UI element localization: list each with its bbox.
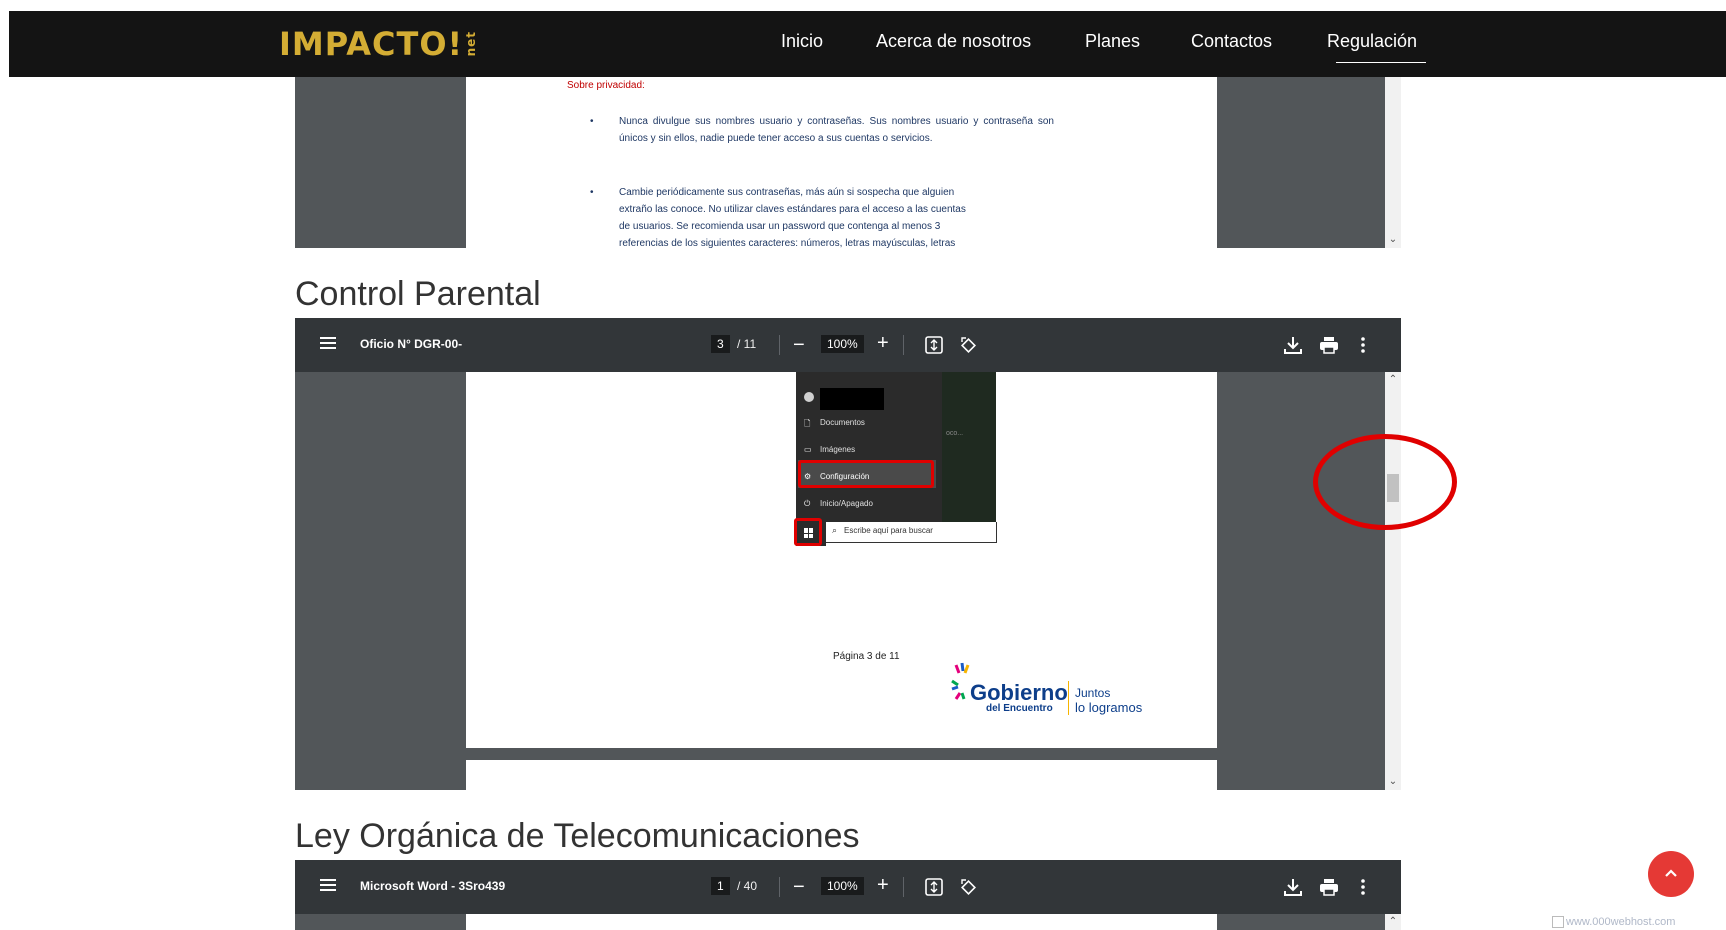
page-total: / 11 xyxy=(737,337,757,351)
menu-item-imagenes: Imágenes xyxy=(820,445,856,454)
power-icon: ⏻ xyxy=(804,499,811,508)
chevron-up-icon xyxy=(1663,865,1679,886)
zoom-input[interactable]: 100% xyxy=(821,335,864,353)
zoom-in-button[interactable]: + xyxy=(877,874,889,897)
scroll-up-arrow[interactable]: ⌃ xyxy=(1385,916,1401,928)
taskbar-search-placeholder: Escribe aquí para buscar xyxy=(844,526,933,535)
redacted-username xyxy=(820,388,884,410)
menu-item-documentos: Documentos xyxy=(820,418,865,427)
hosting-badge-text: www.000webhost.com xyxy=(1566,916,1676,928)
pdf-toolbar: Microsoft Word - 3Sro439 1 / 40 − 100% + xyxy=(295,860,1401,914)
doc-bullet-2-line: Cambie periódicamente sus contraseñas, m… xyxy=(619,187,955,198)
rotate-icon[interactable] xyxy=(959,336,977,359)
pdf-page xyxy=(466,914,1217,930)
toolbar-divider xyxy=(779,877,780,897)
pdf-next-page xyxy=(466,760,1217,790)
nav-link-regulacion[interactable]: Regulación xyxy=(1327,31,1417,52)
site-logo[interactable]: IMPACTO! net xyxy=(279,25,479,63)
scrollbar[interactable]: ⌄ xyxy=(1385,77,1401,248)
logo-sub: net xyxy=(464,31,479,57)
zoom-in-button[interactable]: + xyxy=(877,332,889,355)
annotation-circle-scrollbar xyxy=(1313,434,1457,530)
doc-bullet-2: Cambie periódicamente sus contraseñas, m… xyxy=(619,184,1049,248)
zoom-out-button[interactable]: − xyxy=(793,876,805,899)
broken-image-icon xyxy=(1552,916,1564,928)
fit-page-icon[interactable] xyxy=(925,878,943,901)
page-number-input[interactable]: 1 xyxy=(711,877,730,895)
logo-tagline-2: lo logramos xyxy=(1075,700,1143,715)
more-vert-icon[interactable] xyxy=(1360,335,1366,360)
print-icon[interactable] xyxy=(1319,335,1339,360)
doc-bullet-2-line: referencias de los siguientes caracteres… xyxy=(619,238,956,248)
scroll-down-arrow[interactable]: ⌄ xyxy=(1385,776,1401,788)
toolbar-divider xyxy=(903,335,904,355)
fit-page-icon[interactable] xyxy=(925,336,943,359)
start-menu-side-panel xyxy=(942,372,996,522)
search-icon: ⌕ xyxy=(832,525,838,535)
more-vert-icon[interactable] xyxy=(1360,877,1366,902)
menu-icon[interactable] xyxy=(320,878,336,897)
gobierno-logo-subtext: del Encuentro xyxy=(986,703,1053,714)
bullet-dot: • xyxy=(590,187,594,198)
logo-tagline-1: Juntos xyxy=(1075,686,1111,700)
gobierno-logo-mark xyxy=(950,659,972,707)
menu-item-inicio-apagado: Inicio/Apagado xyxy=(820,499,873,508)
annotation-box-start xyxy=(794,518,822,546)
page-number-input[interactable]: 3 xyxy=(711,335,730,353)
download-icon[interactable] xyxy=(1283,877,1303,902)
toolbar-divider xyxy=(903,877,904,897)
toolbar-divider xyxy=(779,335,780,355)
pdf-doc-title: Microsoft Word - 3Sro439 xyxy=(360,879,506,893)
navbar: IMPACTO! net Inicio Acerca de nosotros Pl… xyxy=(9,11,1726,77)
pdf-viewer-privacy[interactable]: Sobre privacidad: • Nunca divulgue sus n… xyxy=(295,77,1401,248)
zoom-input[interactable]: 100% xyxy=(821,877,864,895)
doc-bullet-2-line: extraño las conoce. No utilizar claves e… xyxy=(619,204,966,215)
print-icon[interactable] xyxy=(1319,877,1339,902)
pdf-page: Sobre privacidad: • Nunca divulgue sus n… xyxy=(466,77,1217,248)
menu-dim-text: oco... xyxy=(946,430,964,437)
section-title-ley-organica: Ley Orgánica de Telecomunicaciones xyxy=(295,817,860,855)
pdf-page: 🗋 Documentos oco... ▭ Imágenes ⚙ Configu… xyxy=(466,372,1217,748)
scroll-up-arrow[interactable]: ⌃ xyxy=(1385,374,1401,386)
logo-main: IMPACTO! xyxy=(279,25,464,63)
image-icon: ▭ xyxy=(804,445,812,454)
taskbar-search: ⌕ Escribe aquí para buscar xyxy=(826,522,997,543)
pdf-viewer-control-parental[interactable]: Oficio N° DGR-00- 3 / 11 − 100% + 🗋 Docu… xyxy=(295,318,1401,790)
scroll-down-arrow[interactable]: ⌄ xyxy=(1385,234,1401,246)
logo-divider xyxy=(1068,681,1069,715)
page-footer-number: Página 3 de 11 xyxy=(833,651,900,662)
annotation-box-configuracion xyxy=(798,460,934,488)
zoom-out-button[interactable]: − xyxy=(793,334,805,357)
pdf-toolbar: Oficio N° DGR-00- 3 / 11 − 100% + xyxy=(295,318,1401,372)
rotate-icon[interactable] xyxy=(959,878,977,901)
nav-link-planes[interactable]: Planes xyxy=(1085,31,1140,52)
nav-link-acerca[interactable]: Acerca de nosotros xyxy=(876,31,1031,52)
back-to-top-button[interactable] xyxy=(1648,851,1694,897)
hosting-badge[interactable]: www.000webhost.com xyxy=(1552,916,1722,930)
nav-active-indicator xyxy=(1336,62,1426,63)
bullet-dot: • xyxy=(590,116,594,127)
doc-bullet-2-line: de usuarios. Se recomienda usar un passw… xyxy=(619,221,941,232)
doc-heading-privacidad: Sobre privacidad: xyxy=(567,80,645,91)
start-menu-screenshot: 🗋 Documentos oco... ▭ Imágenes ⚙ Configu… xyxy=(796,372,996,522)
nav-link-inicio[interactable]: Inicio xyxy=(781,31,823,52)
scrollbar[interactable]: ⌃ xyxy=(1385,914,1401,930)
download-icon[interactable] xyxy=(1283,335,1303,360)
user-avatar-icon xyxy=(804,392,814,402)
pdf-doc-title: Oficio N° DGR-00- xyxy=(360,337,463,351)
nav-link-contactos[interactable]: Contactos xyxy=(1191,31,1272,52)
section-title-control-parental: Control Parental xyxy=(295,275,541,313)
doc-bullet-1: Nunca divulgue sus nombres usuario y con… xyxy=(619,116,1054,144)
pdf-viewer-ley-organica[interactable]: Microsoft Word - 3Sro439 1 / 40 − 100% +… xyxy=(295,860,1401,930)
menu-icon[interactable] xyxy=(320,336,336,355)
document-icon: 🗋 xyxy=(804,419,811,428)
page-total: / 40 xyxy=(737,879,758,893)
